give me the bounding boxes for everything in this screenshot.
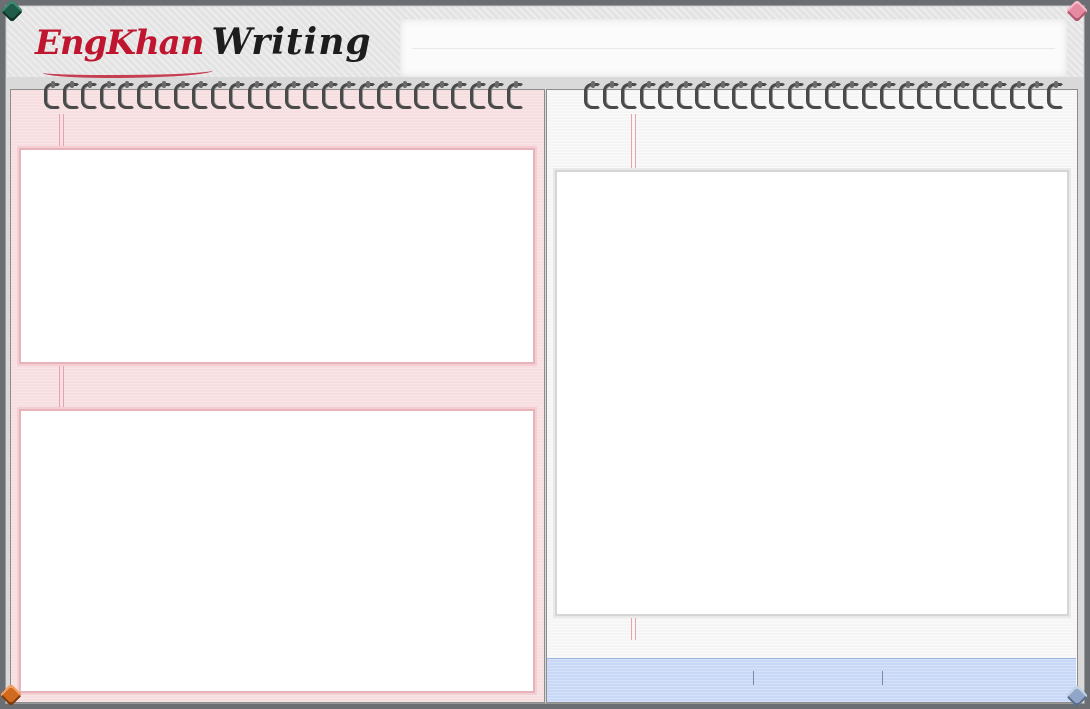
logo-writing: Writing: [211, 21, 372, 63]
spiral-ring-icon: [209, 81, 227, 109]
spiral-ring-icon: [246, 81, 264, 109]
spiral-ring-icon: [135, 81, 153, 109]
header: EngKhan Writing: [7, 7, 1083, 79]
margin-line: [59, 114, 64, 148]
margin-line: [631, 618, 636, 640]
spiral-ring-icon: [897, 81, 915, 109]
spiral-ring-icon: [1008, 81, 1026, 109]
spiral-ring-icon: [357, 81, 375, 109]
right-main-textarea[interactable]: [557, 172, 1067, 614]
spiral-ring-icon: [823, 81, 841, 109]
spiral-ring-icon: [394, 81, 412, 109]
spiral-ring-icon: [860, 81, 878, 109]
spiral-ring-icon: [749, 81, 767, 109]
spiral-ring-icon: [61, 81, 79, 109]
spiral-ring-icon: [582, 81, 601, 109]
status-bar: [547, 658, 1076, 702]
status-separator: [753, 671, 754, 685]
spiral-ring-icon: [730, 81, 749, 109]
spiral-ring-icon: [320, 81, 338, 109]
spiral-ring-icon: [338, 81, 357, 109]
spiral-ring-icon: [505, 81, 523, 109]
spiral-ring-icon: [301, 81, 320, 109]
spiral-ring-icon: [656, 81, 675, 109]
spiral-ring-icon: [767, 81, 786, 109]
spiral-ring-icon: [601, 81, 619, 109]
spiral-ring-icon: [42, 81, 61, 109]
logo-swoosh: [43, 65, 213, 78]
spiral-ring-icon: [79, 81, 98, 109]
spiral-ring-icon: [878, 81, 897, 109]
spiral-ring-icon: [98, 81, 116, 109]
spiral-ring-icon: [804, 81, 823, 109]
logo-engkhan: EngKhan: [35, 23, 204, 63]
spiral-ring-icon: [1026, 81, 1045, 109]
spiral-ring-icon: [712, 81, 730, 109]
topbar-line: [412, 48, 1055, 49]
spiral-ring-icon: [693, 81, 712, 109]
spiral-ring-icon: [190, 81, 209, 109]
spiral-ring-icon: [971, 81, 989, 109]
spiral-ring-icon: [915, 81, 934, 109]
spiral-ring-icon: [468, 81, 486, 109]
spiral-ring-icon: [952, 81, 971, 109]
logo: EngKhan Writing: [35, 21, 375, 79]
spiral-ring-icon: [375, 81, 394, 109]
left-spiral-binding: [42, 81, 523, 109]
spiral-ring-icon: [619, 81, 638, 109]
spiral-ring-icon: [934, 81, 952, 109]
spiral-ring-icon: [153, 81, 172, 109]
spiral-ring-icon: [449, 81, 468, 109]
status-separator: [882, 671, 883, 685]
spiral-ring-icon: [1045, 81, 1063, 109]
spiral-ring-icon: [989, 81, 1008, 109]
spiral-ring-icon: [675, 81, 693, 109]
spiral-ring-icon: [283, 81, 301, 109]
right-spiral-binding: [582, 81, 1063, 109]
spiral-ring-icon: [264, 81, 283, 109]
left-top-textarea[interactable]: [21, 150, 533, 362]
margin-line: [59, 366, 64, 410]
left-bottom-textarea[interactable]: [21, 411, 533, 691]
spiral-ring-icon: [116, 81, 135, 109]
top-input-bar: [400, 19, 1067, 77]
spiral-ring-icon: [412, 81, 431, 109]
spiral-ring-icon: [786, 81, 804, 109]
spiral-ring-icon: [227, 81, 246, 109]
spiral-ring-icon: [172, 81, 190, 109]
margin-line: [631, 114, 636, 170]
spiral-ring-icon: [431, 81, 449, 109]
spiral-ring-icon: [638, 81, 656, 109]
spiral-ring-icon: [841, 81, 860, 109]
spiral-ring-icon: [486, 81, 505, 109]
